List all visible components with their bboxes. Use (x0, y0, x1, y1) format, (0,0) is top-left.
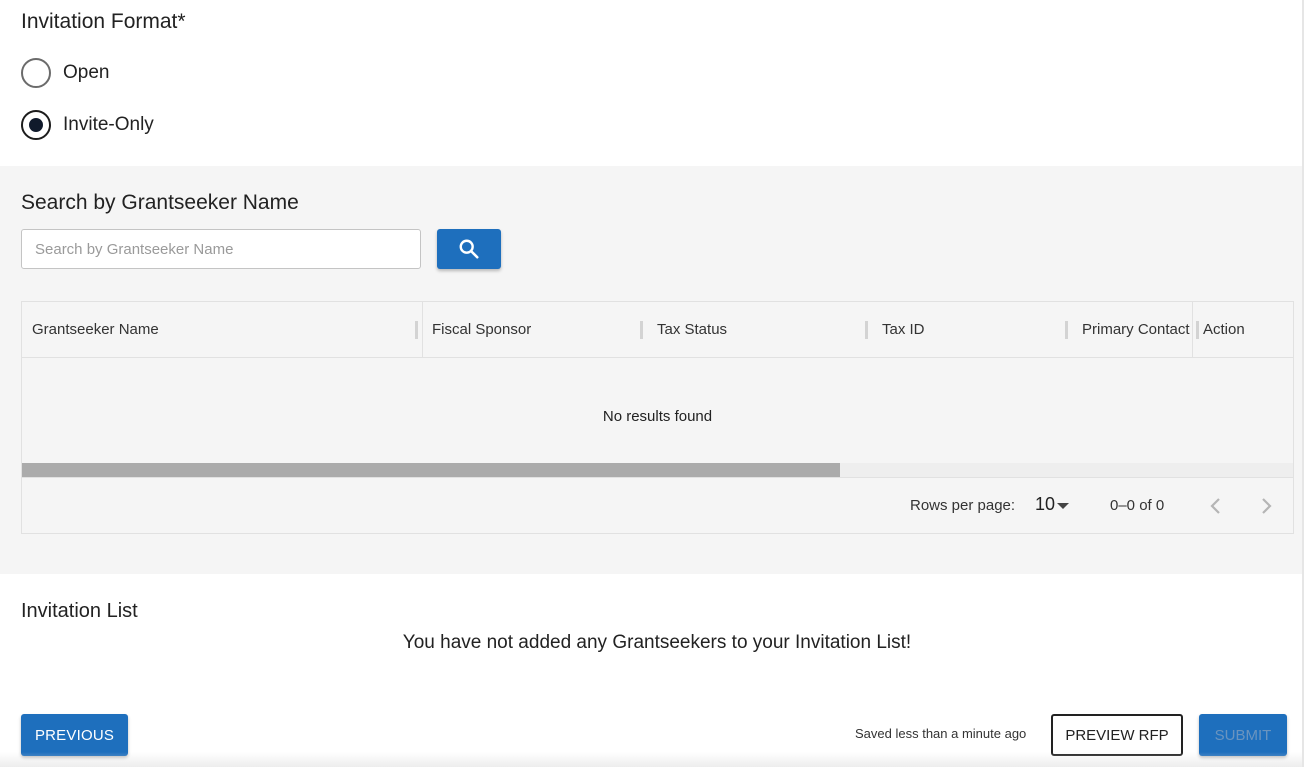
rfp-invitation-page: Invitation Format* Open Invite-Only Sear… (0, 0, 1316, 767)
rows-per-page-select[interactable]: 10 (1035, 494, 1070, 515)
column-resize-handle[interactable] (1196, 321, 1199, 339)
page-right-border (1302, 0, 1304, 767)
column-header-fiscal-sponsor[interactable]: Fiscal Sponsor (432, 302, 531, 358)
invitation-list-title: Invitation List (21, 600, 138, 622)
search-icon (459, 239, 479, 259)
pagination-range: 0–0 of 0 (1110, 497, 1165, 514)
save-status: Saved less than a minute ago (855, 726, 1027, 741)
column-divider (1192, 302, 1193, 358)
grantseeker-results-table: Grantseeker Name Fiscal Sponsor Tax Stat… (21, 301, 1294, 534)
horizontal-scrollbar[interactable] (22, 463, 1293, 477)
column-resize-handle[interactable] (1065, 321, 1068, 339)
invitation-list-section: Invitation List You have not added any G… (0, 574, 1302, 767)
column-header-tax-status[interactable]: Tax Status (657, 302, 727, 358)
preview-rfp-button[interactable]: PREVIEW RFP (1051, 714, 1183, 756)
previous-page-button[interactable] (1204, 494, 1228, 518)
chevron-left-icon (1210, 498, 1220, 514)
rows-per-page-value: 10 (1035, 494, 1056, 514)
column-header-primary-contact[interactable]: Primary Contact (1082, 302, 1190, 358)
radio-open-icon[interactable] (21, 58, 51, 88)
radio-invite-only-label: Invite-Only (63, 114, 154, 135)
column-header-tax-id[interactable]: Tax ID (882, 302, 925, 358)
table-header-row: Grantseeker Name Fiscal Sponsor Tax Stat… (22, 302, 1293, 358)
column-divider (422, 302, 423, 358)
horizontal-scrollbar-thumb[interactable] (22, 463, 840, 477)
caret-down-icon (1057, 503, 1070, 509)
grantseeker-search-section: Search by Grantseeker Name Grantseeker N… (0, 166, 1302, 574)
radio-invite-only-icon[interactable] (21, 110, 51, 140)
no-results-message: No results found (602, 408, 713, 425)
radio-open-label: Open (63, 62, 110, 83)
search-section-title: Search by Grantseeker Name (21, 191, 299, 214)
column-header-action: Action (1203, 321, 1245, 338)
search-button[interactable] (437, 229, 501, 269)
table-pagination: Rows per page: 10 0–0 of 0 (22, 477, 1293, 533)
column-resize-handle[interactable] (865, 321, 868, 339)
column-resize-handle[interactable] (640, 321, 643, 339)
next-page-button[interactable] (1254, 494, 1278, 518)
previous-button[interactable]: PREVIOUS (21, 714, 128, 756)
invitation-format-label: Invitation Format* (21, 10, 186, 33)
grantseeker-search-input[interactable] (21, 229, 421, 269)
invitation-format-section: Invitation Format* Open Invite-Only (0, 0, 1302, 166)
radio-option-invite-only[interactable]: Invite-Only (21, 110, 154, 140)
submit-button[interactable]: SUBMIT (1199, 714, 1287, 756)
table-empty-row: No results found (22, 359, 1293, 463)
radio-option-open[interactable]: Open (21, 58, 109, 88)
chevron-right-icon (1262, 498, 1272, 514)
column-resize-handle[interactable] (415, 321, 418, 339)
rows-per-page-label: Rows per page: (910, 497, 1016, 514)
column-header-grantseeker-name[interactable]: Grantseeker Name (32, 302, 159, 358)
invitation-list-empty-message: You have not added any Grantseekers to y… (402, 632, 912, 653)
